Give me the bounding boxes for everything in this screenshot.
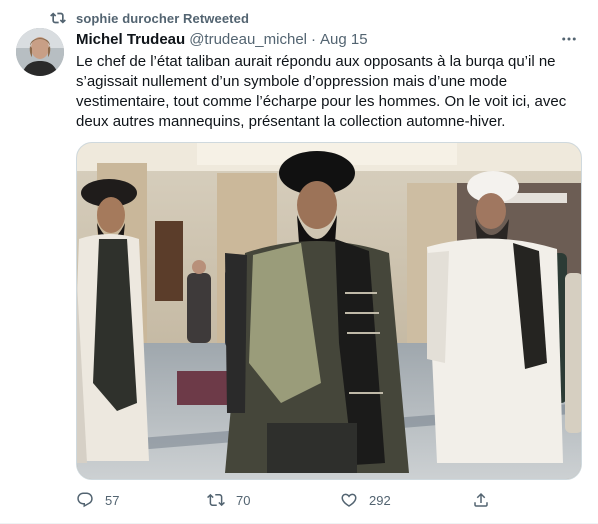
like-button[interactable]: 292: [340, 491, 391, 509]
retweet-icon: [50, 12, 66, 24]
tweet-header: Michel Trudeau @trudeau_michel · Aug 15: [76, 30, 582, 48]
heart-icon: [341, 493, 357, 507]
retweeted-by-label[interactable]: sophie durocher Retweeted: [76, 11, 249, 26]
avatar-image: [16, 28, 64, 76]
avatar[interactable]: [16, 28, 64, 76]
reply-count: 57: [105, 492, 120, 508]
retweet-button[interactable]: 70: [207, 491, 250, 509]
author-name[interactable]: Michel Trudeau: [76, 31, 185, 48]
more-button[interactable]: [558, 28, 580, 50]
reply-icon: [77, 492, 93, 508]
retweet-count: 70: [236, 492, 251, 508]
tweet-photo[interactable]: [76, 142, 582, 480]
share-icon: [474, 492, 488, 507]
tweet[interactable]: sophie durocher Retweeted Michel Trudeau…: [0, 0, 598, 524]
separator-dot: ·: [311, 30, 316, 48]
tweet-text: Le chef de l’état taliban aurait répondu…: [76, 53, 567, 130]
photo-image: [77, 143, 581, 479]
like-count: 292: [369, 492, 391, 508]
tweet-actions: 57 70 292: [76, 488, 582, 512]
retweet-icon: [207, 493, 225, 507]
share-button[interactable]: [472, 491, 501, 509]
more-icon: [562, 37, 576, 41]
timestamp[interactable]: Aug 15: [320, 31, 368, 48]
reply-button[interactable]: 57: [76, 491, 119, 509]
author-handle[interactable]: @trudeau_michel: [189, 31, 307, 48]
retweet-context: sophie durocher Retweeted: [50, 10, 249, 26]
